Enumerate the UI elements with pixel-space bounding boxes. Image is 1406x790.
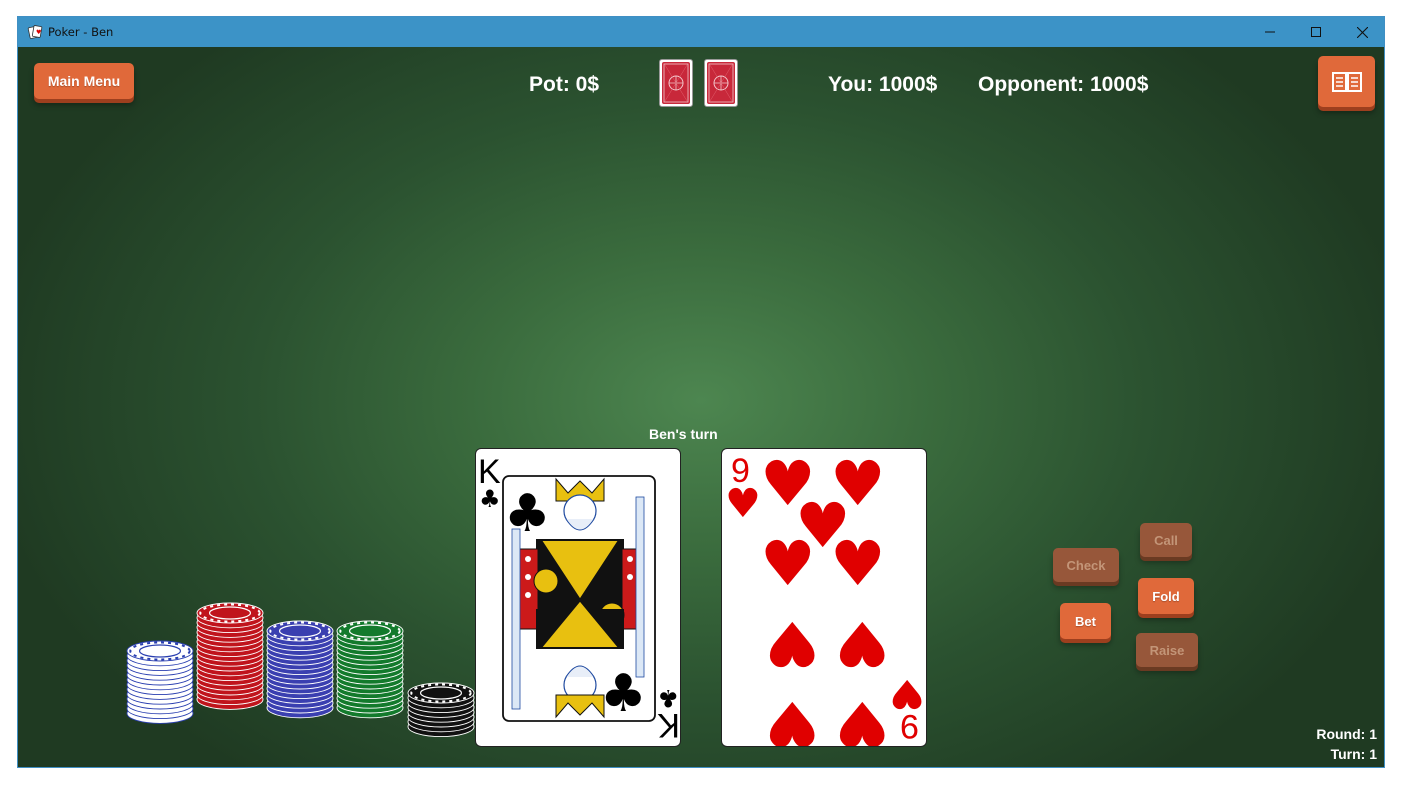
svg-text:♥: ♥ — [36, 29, 41, 36]
main-menu-button[interactable]: Main Menu — [34, 63, 134, 99]
check-button[interactable]: Check — [1053, 548, 1119, 582]
svg-text:♥: ♥ — [760, 527, 816, 600]
card-suit: ♣ — [479, 485, 501, 513]
poker-window: ♥ Poker - Ben Main Menu Pot: 0$ You: 100… — [17, 16, 1385, 768]
bet-button[interactable]: Bet — [1060, 603, 1111, 639]
rules-button[interactable] — [1318, 56, 1375, 107]
card-suit: ♥ — [889, 670, 925, 716]
chip-stack-white[interactable] — [126, 640, 194, 724]
hand-card-king-of-clubs[interactable]: K ♣ K ♣ ♣ ♣ — [475, 448, 681, 747]
deck-card-back — [659, 59, 693, 107]
minimize-button[interactable] — [1247, 17, 1293, 47]
svg-text:♥: ♥ — [834, 687, 890, 747]
hand-card-nine-of-hearts[interactable]: 9 ♥ 9 ♥ ♥ ♥ ♥ ♥ ♥ ♥ ♥ ♥ ♥ — [721, 448, 927, 747]
deck-card-back — [704, 59, 738, 107]
svg-text:♣: ♣ — [504, 484, 551, 544]
chip-stack-blue[interactable] — [266, 620, 334, 719]
turn-counter: Turn: 1 — [1330, 746, 1377, 762]
call-button[interactable]: Call — [1140, 523, 1192, 557]
card-suit: ♥ — [725, 481, 761, 527]
round-counter: Round: 1 — [1316, 726, 1377, 742]
svg-text:♣: ♣ — [600, 664, 647, 724]
svg-text:♥: ♥ — [764, 607, 820, 680]
svg-text:♥: ♥ — [834, 607, 890, 680]
open-book-icon — [1331, 71, 1362, 92]
close-icon — [1356, 26, 1368, 38]
window-title: Poker - Ben — [48, 25, 114, 39]
turn-indicator: Ben's turn — [649, 426, 718, 442]
chip-stacks[interactable] — [98, 587, 478, 757]
maximize-icon — [1311, 27, 1321, 37]
app-cards-icon: ♥ — [27, 25, 43, 39]
minimize-icon — [1265, 31, 1275, 33]
fold-button[interactable]: Fold — [1138, 578, 1194, 614]
player-balance: You: 1000$ — [828, 73, 938, 96]
maximize-button[interactable] — [1293, 17, 1339, 47]
title-bar[interactable]: ♥ Poker - Ben — [18, 17, 1384, 47]
chip-stack-black[interactable] — [407, 682, 475, 738]
pot-label: Pot: 0$ — [529, 73, 600, 96]
card-suit: ♣ — [657, 684, 679, 712]
chip-stack-red[interactable] — [196, 602, 264, 710]
svg-text:♥: ♥ — [764, 687, 820, 747]
poker-table: Main Menu Pot: 0$ You: 1000$ Opponent: 1… — [18, 47, 1384, 767]
opponent-balance: Opponent: 1000$ — [978, 73, 1149, 96]
chip-stack-green[interactable] — [336, 620, 404, 719]
close-button[interactable] — [1339, 17, 1384, 47]
svg-text:♥: ♥ — [830, 527, 886, 600]
raise-button[interactable]: Raise — [1136, 633, 1198, 667]
